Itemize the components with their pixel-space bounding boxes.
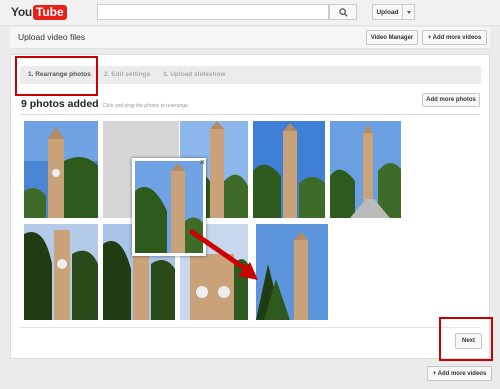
logo-tube: Tube (32, 4, 67, 20)
step-edit-settings[interactable]: 2. Edit settings (104, 71, 150, 78)
search-button[interactable] (329, 4, 357, 20)
photo-thumbnail-6[interactable] (24, 224, 98, 320)
youtube-logo[interactable]: You Tube (11, 4, 67, 20)
search-icon (338, 7, 348, 17)
video-manager-button[interactable]: Video Manager (366, 30, 418, 45)
photo-thumbnail-1[interactable] (24, 121, 98, 218)
logo-you: You (11, 5, 32, 19)
upload-header: Upload video files (10, 27, 490, 49)
photo-count: 9 photos added (21, 98, 99, 110)
page-title: Upload video files (18, 32, 86, 42)
drag-arrow-icon (189, 229, 258, 280)
step-upload-slideshow[interactable]: 3. Upload slideshow (163, 71, 225, 78)
search-input[interactable] (97, 4, 329, 20)
photo-thumbnail-9[interactable] (256, 224, 328, 320)
upload-button[interactable]: Upload (372, 4, 403, 20)
rearrange-hint: Click and drag the photos to rearrange (102, 103, 188, 109)
photo-thumbnail-5[interactable] (330, 121, 401, 218)
add-more-videos-footer-button[interactable]: + Add more videos (427, 366, 492, 381)
highlight-box-next (439, 317, 493, 361)
divider (20, 327, 480, 328)
add-more-photos-button[interactable]: Add more photos (422, 93, 480, 107)
add-more-videos-button[interactable]: + Add more videos (422, 30, 487, 45)
upload-dropdown-button[interactable] (402, 4, 415, 20)
photo-count-line: 9 photos added Click and drag the photos… (21, 98, 188, 110)
chevron-down-icon (406, 10, 411, 14)
photo-thumbnail-4[interactable] (253, 121, 325, 218)
top-bar: You Tube Upload (0, 0, 500, 26)
close-icon[interactable]: × (200, 158, 205, 167)
highlight-box-step (15, 56, 98, 96)
divider (20, 114, 480, 115)
